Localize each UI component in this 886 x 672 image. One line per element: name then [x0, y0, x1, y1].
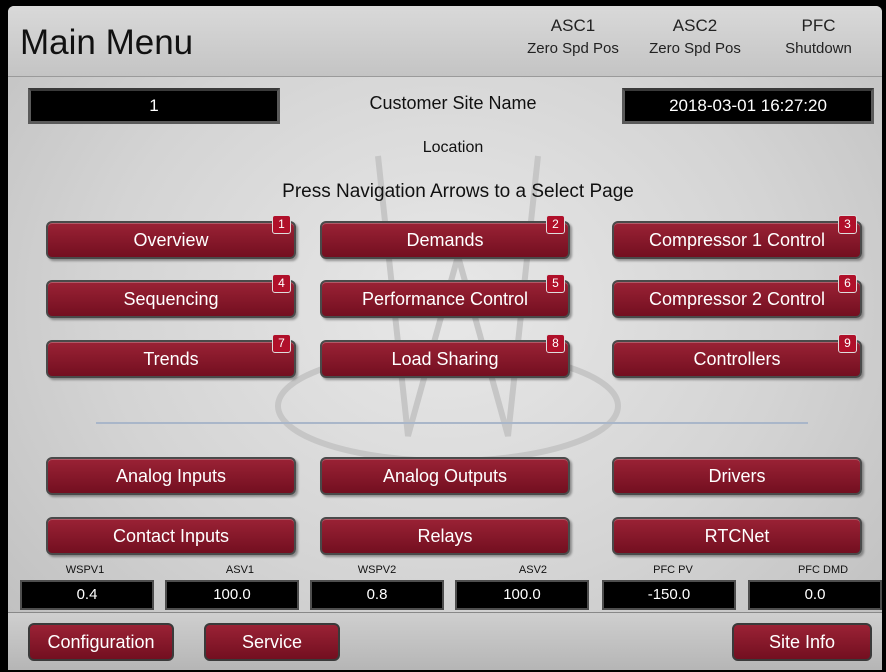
- contact-inputs-button[interactable]: Contact Inputs: [46, 517, 296, 555]
- overview-label: Overview: [133, 230, 209, 250]
- site-name: Customer Site Name: [369, 93, 537, 113]
- performance-control-label: Performance Control: [361, 289, 529, 309]
- pfc-dmd-value: 0.0: [748, 580, 882, 610]
- site-info-button[interactable]: Site Info: [732, 623, 872, 661]
- wspv1-value: 0.4: [20, 580, 154, 610]
- instruction-text: Press Navigation Arrows to a Select Page: [282, 181, 634, 202]
- footer-bar: Configuration Service Site Info: [8, 612, 882, 670]
- pfc-pv-value: -150.0: [602, 580, 736, 610]
- asv1-value: 100.0: [165, 580, 299, 610]
- compressor-2-control-button[interactable]: Compressor 2 Control 6: [612, 274, 862, 318]
- configuration-button[interactable]: Configuration: [28, 623, 174, 661]
- wspv2-label: WSPV2: [357, 564, 397, 576]
- demands-label: Demands: [406, 230, 484, 250]
- badge-9: 9: [838, 334, 857, 353]
- analog-inputs-button[interactable]: Analog Inputs: [46, 457, 296, 495]
- controllers-label: Controllers: [693, 349, 781, 369]
- wspv1-label: WSPV1: [65, 564, 105, 576]
- service-button[interactable]: Service: [204, 623, 340, 661]
- performance-control-button[interactable]: Performance Control 5: [320, 274, 570, 318]
- location-label: Location: [422, 139, 484, 156]
- sequencing-label: Sequencing: [123, 289, 219, 309]
- pfc-label: PFC: [801, 16, 836, 35]
- pfc-state: Shutdown: [785, 40, 852, 57]
- compressor-1-control-button[interactable]: Compressor 1 Control 3: [612, 215, 862, 259]
- asv1-label: ASV1: [225, 564, 255, 576]
- badge-1: 1: [272, 215, 291, 234]
- asv2-label: ASV2: [518, 564, 548, 576]
- badge-7: 7: [272, 334, 291, 353]
- demands-button[interactable]: Demands 2: [320, 215, 570, 259]
- asc2-label: ASC2: [672, 16, 718, 35]
- pfc-status: PFC Shutdown: [755, 16, 882, 57]
- asc1-status: ASC1 Zero Spd Pos: [508, 16, 638, 57]
- asc1-label: ASC1: [550, 16, 596, 35]
- controllers-button[interactable]: Controllers 9: [612, 334, 862, 378]
- asc1-state: Zero Spd Pos: [527, 40, 619, 57]
- analog-outputs-button[interactable]: Analog Outputs: [320, 457, 570, 495]
- page-title: Main Menu: [20, 23, 194, 62]
- overview-button[interactable]: Overview 1: [46, 215, 296, 259]
- asc2-status: ASC2 Zero Spd Pos: [630, 16, 760, 57]
- pfc-dmd-label: PFC DMD: [797, 564, 849, 576]
- trends-label: Trends: [143, 349, 199, 369]
- badge-5: 5: [546, 274, 565, 293]
- badge-4: 4: [272, 274, 291, 293]
- trends-button[interactable]: Trends 7: [46, 334, 296, 378]
- sequencing-button[interactable]: Sequencing 4: [46, 274, 296, 318]
- load-sharing-label: Load Sharing: [391, 349, 499, 369]
- section-divider: [96, 422, 808, 424]
- drivers-button[interactable]: Drivers: [612, 457, 862, 495]
- asv2-value: 100.0: [455, 580, 589, 610]
- badge-8: 8: [546, 334, 565, 353]
- datetime-display: 2018-03-01 16:27:20: [622, 88, 874, 124]
- wspv2-value: 0.8: [310, 580, 444, 610]
- header-bar: Main Menu ASC1 Zero Spd Pos ASC2 Zero Sp…: [8, 6, 882, 77]
- compressor-2-control-label: Compressor 2 Control: [648, 289, 826, 309]
- hmi-screen: Main Menu ASC1 Zero Spd Pos ASC2 Zero Sp…: [8, 6, 882, 670]
- pfc-pv-label: PFC PV: [653, 564, 693, 576]
- badge-3: 3: [838, 215, 857, 234]
- badge-2: 2: [546, 215, 565, 234]
- relays-button[interactable]: Relays: [320, 517, 570, 555]
- asc2-state: Zero Spd Pos: [649, 40, 741, 57]
- compressor-1-control-label: Compressor 1 Control: [648, 230, 826, 250]
- site-number-field[interactable]: 1: [28, 88, 280, 124]
- rtcnet-button[interactable]: RTCNet: [612, 517, 862, 555]
- load-sharing-button[interactable]: Load Sharing 8: [320, 334, 570, 378]
- badge-6: 6: [838, 274, 857, 293]
